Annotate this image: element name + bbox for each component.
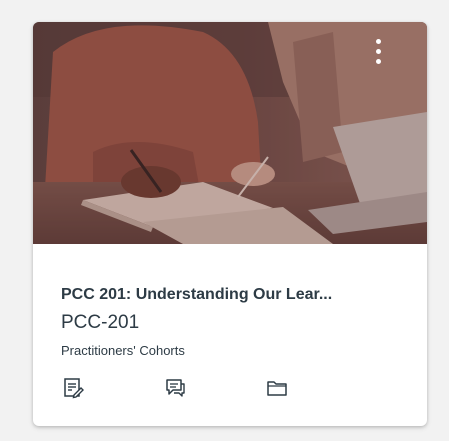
kebab-dot: [375, 48, 381, 54]
assignments-icon: [64, 378, 84, 399]
dashboard-background: PCC 201: Understanding Our Lear... PCC-2…: [0, 0, 449, 441]
discussions-link[interactable]: [161, 374, 189, 402]
course-card: PCC 201: Understanding Our Lear... PCC-2…: [33, 22, 427, 426]
course-card-body: PCC 201: Understanding Our Lear... PCC-2…: [33, 244, 427, 426]
files-icon: [267, 381, 287, 396]
course-options-kebab-icon[interactable]: [367, 28, 389, 74]
discussions-icon: [166, 379, 185, 397]
kebab-dot: [375, 38, 381, 44]
course-term: Practitioners' Cohorts: [61, 343, 185, 358]
course-code: PCC-201: [61, 312, 140, 333]
course-card-hero-image[interactable]: [33, 22, 427, 244]
course-title-link[interactable]: PCC 201: Understanding Our Lear...: [61, 286, 411, 304]
kebab-dot: [375, 58, 381, 64]
files-link[interactable]: [263, 374, 291, 402]
assignments-link[interactable]: [59, 374, 87, 402]
